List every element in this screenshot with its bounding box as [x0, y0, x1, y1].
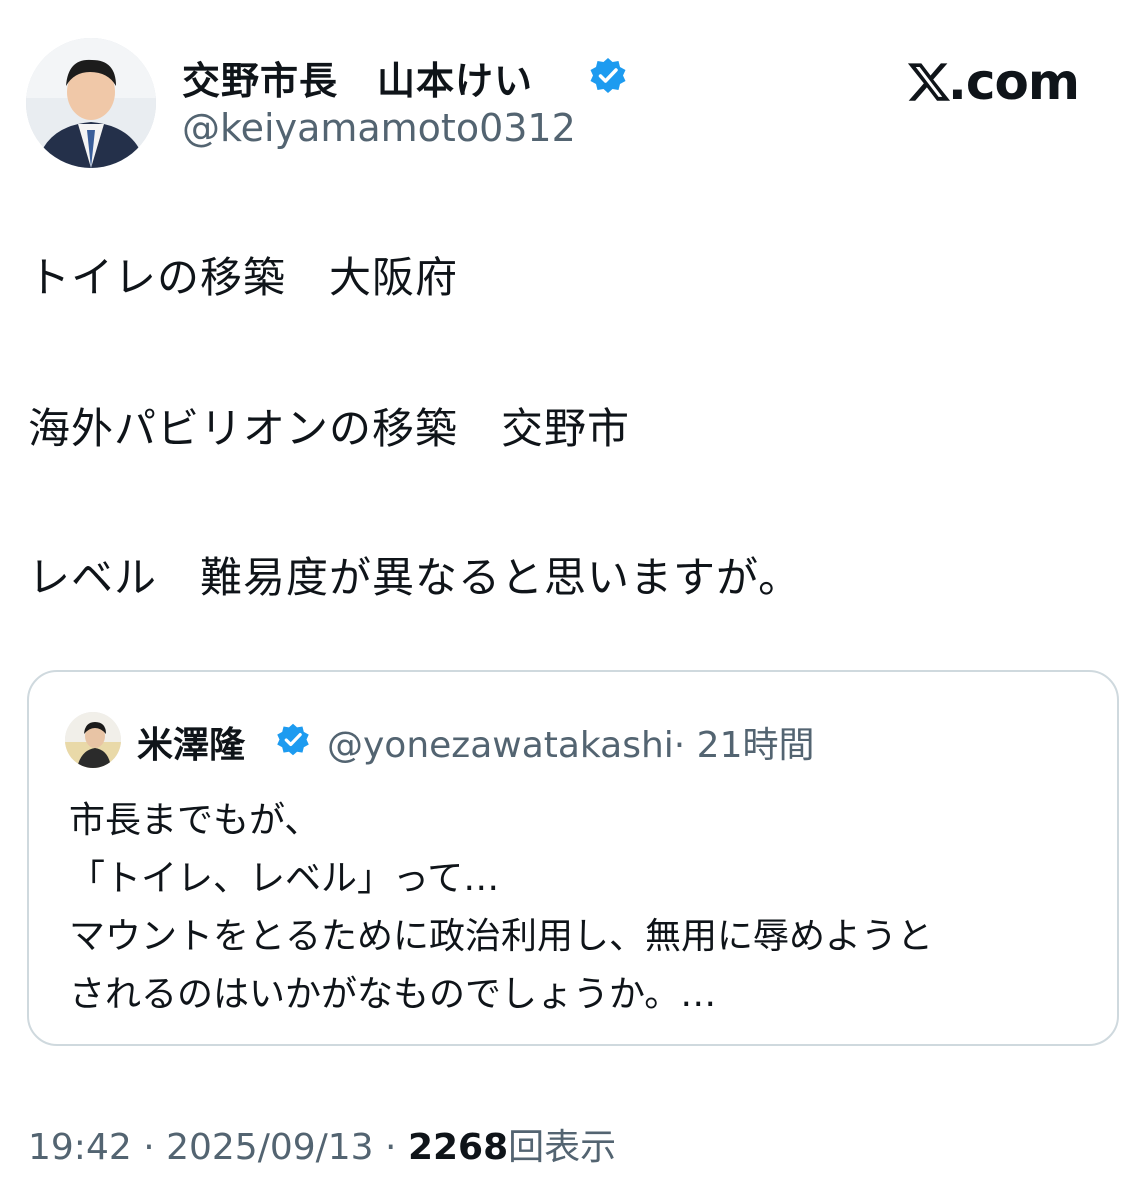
post-text-line: レベル 難易度が異なると思いますが。: [28, 553, 802, 602]
verified-badge-icon: [590, 58, 626, 93]
post-meta: 19:42 · 2025/09/13 · 2268回表示: [28, 1118, 616, 1170]
quoted-text-line: されるのはいかがなものでしょうか。…: [69, 974, 717, 1015]
quoted-text-line: マウントをとるために政治利用し、無用に辱めようと: [69, 916, 934, 957]
verified-badge-icon: [277, 723, 309, 756]
author-avatar[interactable]: [26, 38, 156, 168]
post-header: 交野市長 山本けい @keiyamamoto0312 .com: [26, 36, 1121, 168]
view-label: 回表示: [508, 1127, 617, 1168]
x-brand-watermark: .com: [906, 53, 1080, 111]
author-handle[interactable]: @keiyamamoto0312: [182, 106, 576, 150]
quoted-text-line: 「トイレ、レベル」って…: [69, 858, 500, 899]
post-text-line: トイレの移築 大阪府: [28, 253, 459, 302]
author-name[interactable]: 交野市長 山本けい: [182, 50, 533, 105]
brand-domain: .com: [947, 53, 1080, 111]
quoted-author-name[interactable]: 米澤隆: [137, 716, 245, 768]
quoted-post-time[interactable]: · 21時間: [674, 725, 815, 766]
view-count: 2268: [407, 1127, 509, 1168]
meta-separator: ·: [131, 1127, 167, 1168]
post-time[interactable]: 19:42: [28, 1127, 132, 1168]
quoted-post-text: 市長までもが、 「トイレ、レベル」って… マウントをとるために政治利用し、無用に…: [69, 792, 933, 1024]
quoted-author-handle[interactable]: @yonezawatakashi· 21時間: [327, 716, 814, 768]
post-text-line: 海外パビリオンの移築 交野市: [28, 404, 631, 453]
quoted-text-line: 市長までもが、: [69, 800, 321, 841]
quoted-post-card[interactable]: 米澤隆 @yonezawatakashi· 21時間 市長までもが、 「トイレ、…: [27, 670, 1119, 1046]
meta-separator: ·: [373, 1127, 408, 1168]
quoted-author-avatar[interactable]: [65, 712, 121, 768]
quoted-handle-text[interactable]: @yonezawatakashi: [327, 725, 674, 766]
x-logo-icon: [907, 63, 950, 101]
post-date[interactable]: 2025/09/13: [166, 1127, 374, 1168]
